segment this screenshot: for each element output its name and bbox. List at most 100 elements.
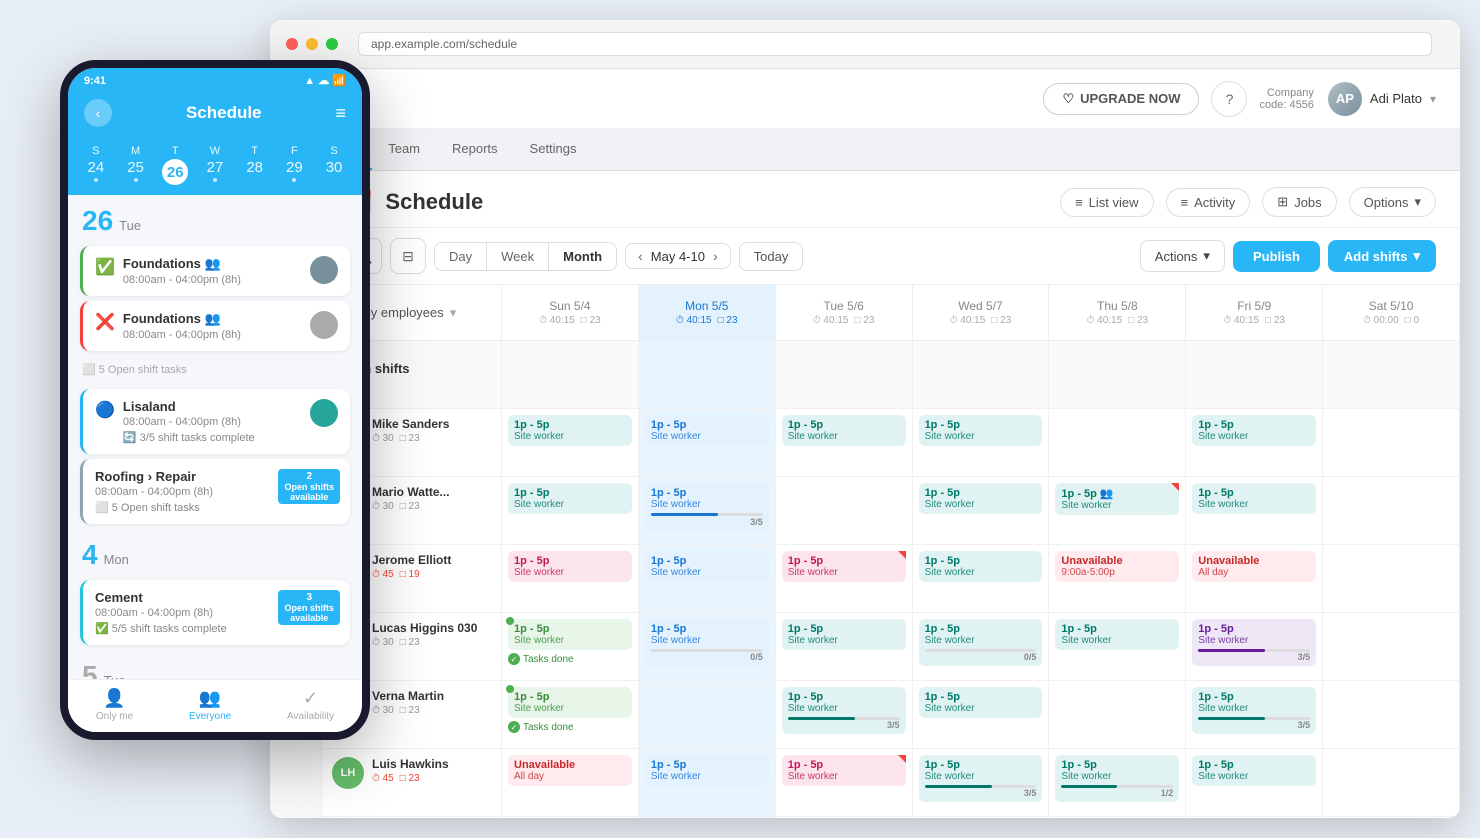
- phone-shift-lisaland[interactable]: 🔵 Lisaland 08:00am - 04:00pm (8h) 🔄 3/5 …: [80, 389, 350, 454]
- phone-day-thu[interactable]: T28: [237, 145, 273, 185]
- shift-chip[interactable]: 1p - 5p Site worker 3/5: [645, 483, 769, 531]
- shift-chip[interactable]: 1p - 5p Site worker: [782, 415, 906, 446]
- phone-day-tue-today[interactable]: T26: [157, 145, 193, 185]
- add-shifts-button[interactable]: Add shifts ▾: [1328, 240, 1436, 272]
- shift-chip[interactable]: 1p - 5p Site worker: [1192, 483, 1316, 514]
- shift-chip[interactable]: 1p - 5p Site worker: [782, 755, 906, 786]
- verna-wed[interactable]: 1p - 5p Site worker: [913, 681, 1050, 749]
- user-menu[interactable]: AP Adi Plato ▾: [1328, 82, 1436, 116]
- lucas-sun[interactable]: 1p - 5p Site worker ✓ Tasks done: [502, 613, 639, 681]
- phone-back-button[interactable]: ‹: [84, 99, 112, 127]
- shift-chip[interactable]: 1p - 5p Site worker: [645, 415, 769, 446]
- phone-shift-roofing[interactable]: Roofing › Repair 08:00am - 04:00pm (8h) …: [80, 459, 350, 524]
- luis-wed[interactable]: 1p - 5p Site worker 3/5: [913, 749, 1050, 817]
- shift-chip[interactable]: 1p - 5p Site worker: [508, 415, 632, 446]
- day-tab-day[interactable]: Day: [435, 243, 487, 270]
- shift-chip[interactable]: 1p - 5p Site worker: [919, 415, 1043, 446]
- shift-chip[interactable]: 1p - 5p Site worker: [919, 551, 1043, 582]
- shift-chip[interactable]: 1p - 5p Site worker 3/5: [782, 687, 906, 734]
- traffic-light-close[interactable]: [286, 38, 298, 50]
- mario-thu[interactable]: 1p - 5p 👥 Site worker: [1049, 477, 1186, 545]
- mike-mon[interactable]: 1p - 5p Site worker: [639, 409, 776, 477]
- date-next-button[interactable]: ›: [711, 248, 720, 264]
- upgrade-button[interactable]: ♡ UPGRADE NOW: [1043, 83, 1199, 115]
- mario-wed[interactable]: 1p - 5p Site worker: [913, 477, 1050, 545]
- jobs-button[interactable]: ⊞ Jobs: [1262, 187, 1336, 217]
- phone-shift-cement[interactable]: Cement 08:00am - 04:00pm (8h) ✅ 5/5 shif…: [80, 580, 350, 645]
- shift-chip[interactable]: 1p - 5p Site worker: [919, 687, 1043, 718]
- shift-chip[interactable]: 1p - 5p Site worker: [645, 551, 769, 582]
- phone-day-wed[interactable]: W27: [197, 145, 233, 185]
- phone-day-sun[interactable]: S24: [78, 145, 114, 185]
- shift-chip[interactable]: 1p - 5p Site worker: [919, 483, 1043, 514]
- shift-chip[interactable]: 1p - 5p Site worker: [1192, 415, 1316, 446]
- mario-mon[interactable]: 1p - 5p Site worker 3/5: [639, 477, 776, 545]
- mike-sun[interactable]: 1p - 5p Site worker: [502, 409, 639, 477]
- phone-day-sat[interactable]: S30: [316, 145, 352, 185]
- lucas-fri[interactable]: 1p - 5p Site worker 3/5: [1186, 613, 1323, 681]
- luis-fri[interactable]: 1p - 5p Site worker: [1186, 749, 1323, 817]
- shift-chip[interactable]: 1p - 5p Site worker: [645, 755, 769, 786]
- lucas-tue[interactable]: 1p - 5p Site worker: [776, 613, 913, 681]
- shift-chip[interactable]: 1p - 5p Site worker: [782, 619, 906, 650]
- publish-button[interactable]: Publish: [1233, 241, 1320, 272]
- shift-chip[interactable]: 1p - 5p Site worker: [1192, 755, 1316, 786]
- shift-chip[interactable]: 1p - 5p 👥 Site worker: [1055, 483, 1179, 515]
- phone-menu-icon[interactable]: ≡: [335, 103, 346, 124]
- phone-nav-only-me[interactable]: 👤Only me: [96, 688, 133, 722]
- traffic-light-minimize[interactable]: [306, 38, 318, 50]
- mike-tue[interactable]: 1p - 5p Site worker: [776, 409, 913, 477]
- mario-fri[interactable]: 1p - 5p Site worker: [1186, 477, 1323, 545]
- shift-chip[interactable]: 1p - 5p Site worker: [508, 483, 632, 514]
- window-url-bar[interactable]: app.example.com/schedule: [358, 32, 1432, 56]
- jerome-wed[interactable]: 1p - 5p Site worker: [913, 545, 1050, 613]
- filter-button[interactable]: ⊟: [390, 238, 426, 274]
- activity-button[interactable]: ≡ Activity: [1166, 188, 1251, 217]
- shift-chip[interactable]: 1p - 5p Site worker: [508, 619, 632, 650]
- lucas-mon[interactable]: 1p - 5p Site worker 0/5: [639, 613, 776, 681]
- phone-day-fri[interactable]: F29: [276, 145, 312, 185]
- verna-sun[interactable]: 1p - 5p Site worker ✓ Tasks done: [502, 681, 639, 749]
- luis-tue[interactable]: 1p - 5p Site worker: [776, 749, 913, 817]
- verna-fri[interactable]: 1p - 5p Site worker 3/5: [1186, 681, 1323, 749]
- verna-tue[interactable]: 1p - 5p Site worker 3/5: [776, 681, 913, 749]
- shift-chip[interactable]: 1p - 5p Site worker: [508, 687, 632, 718]
- shift-chip[interactable]: 1p - 5p Site worker: [782, 551, 906, 582]
- phone-nav-everyone[interactable]: 👥Everyone: [189, 688, 231, 722]
- luis-mon[interactable]: 1p - 5p Site worker: [639, 749, 776, 817]
- tab-reports[interactable]: Reports: [436, 129, 514, 170]
- shift-chip[interactable]: 1p - 5p Site worker 3/5: [919, 755, 1043, 802]
- options-button[interactable]: Options ▾: [1349, 187, 1436, 217]
- jerome-sun[interactable]: 1p - 5p Site worker: [502, 545, 639, 613]
- date-prev-button[interactable]: ‹: [636, 248, 645, 264]
- phone-nav-availability[interactable]: ✓Availability: [287, 688, 334, 722]
- mike-fri[interactable]: 1p - 5p Site worker: [1186, 409, 1323, 477]
- shift-chip[interactable]: 1p - 5p Site worker: [1055, 619, 1179, 650]
- mario-sun[interactable]: 1p - 5p Site worker: [502, 477, 639, 545]
- traffic-light-fullscreen[interactable]: [326, 38, 338, 50]
- mario-tue: [776, 477, 913, 545]
- shift-chip[interactable]: 1p - 5p Site worker 1/2: [1055, 755, 1179, 802]
- today-button[interactable]: Today: [739, 242, 804, 271]
- phone-shift-foundations-2[interactable]: ❌ Foundations 👥 08:00am - 04:00pm (8h): [80, 301, 350, 351]
- shift-chip[interactable]: 1p - 5p Site worker 3/5: [1192, 619, 1316, 666]
- shift-chip[interactable]: 1p - 5p Site worker 0/5: [919, 619, 1043, 666]
- shift-chip[interactable]: 1p - 5p Site worker 3/5: [1192, 687, 1316, 734]
- jerome-mon[interactable]: 1p - 5p Site worker: [639, 545, 776, 613]
- tab-settings[interactable]: Settings: [514, 129, 593, 170]
- lucas-thu[interactable]: 1p - 5p Site worker: [1049, 613, 1186, 681]
- list-view-button[interactable]: ≡ List view: [1060, 188, 1153, 217]
- lucas-wed[interactable]: 1p - 5p Site worker 0/5: [913, 613, 1050, 681]
- day-tab-month[interactable]: Month: [549, 243, 616, 270]
- day-tab-week[interactable]: Week: [487, 243, 549, 270]
- actions-button[interactable]: Actions ▾: [1140, 240, 1225, 272]
- help-button[interactable]: ?: [1211, 81, 1247, 117]
- jerome-tue[interactable]: 1p - 5p Site worker: [776, 545, 913, 613]
- phone-day-mon[interactable]: M25: [118, 145, 154, 185]
- phone-shift-foundations-1[interactable]: ✅ Foundations 👥 08:00am - 04:00pm (8h): [80, 246, 350, 296]
- shift-chip[interactable]: 1p - 5p Site worker 0/5: [645, 619, 769, 666]
- mike-wed[interactable]: 1p - 5p Site worker: [913, 409, 1050, 477]
- luis-thu[interactable]: 1p - 5p Site worker 1/2: [1049, 749, 1186, 817]
- tab-team[interactable]: Team: [372, 129, 436, 170]
- shift-chip[interactable]: 1p - 5p Site worker: [508, 551, 632, 582]
